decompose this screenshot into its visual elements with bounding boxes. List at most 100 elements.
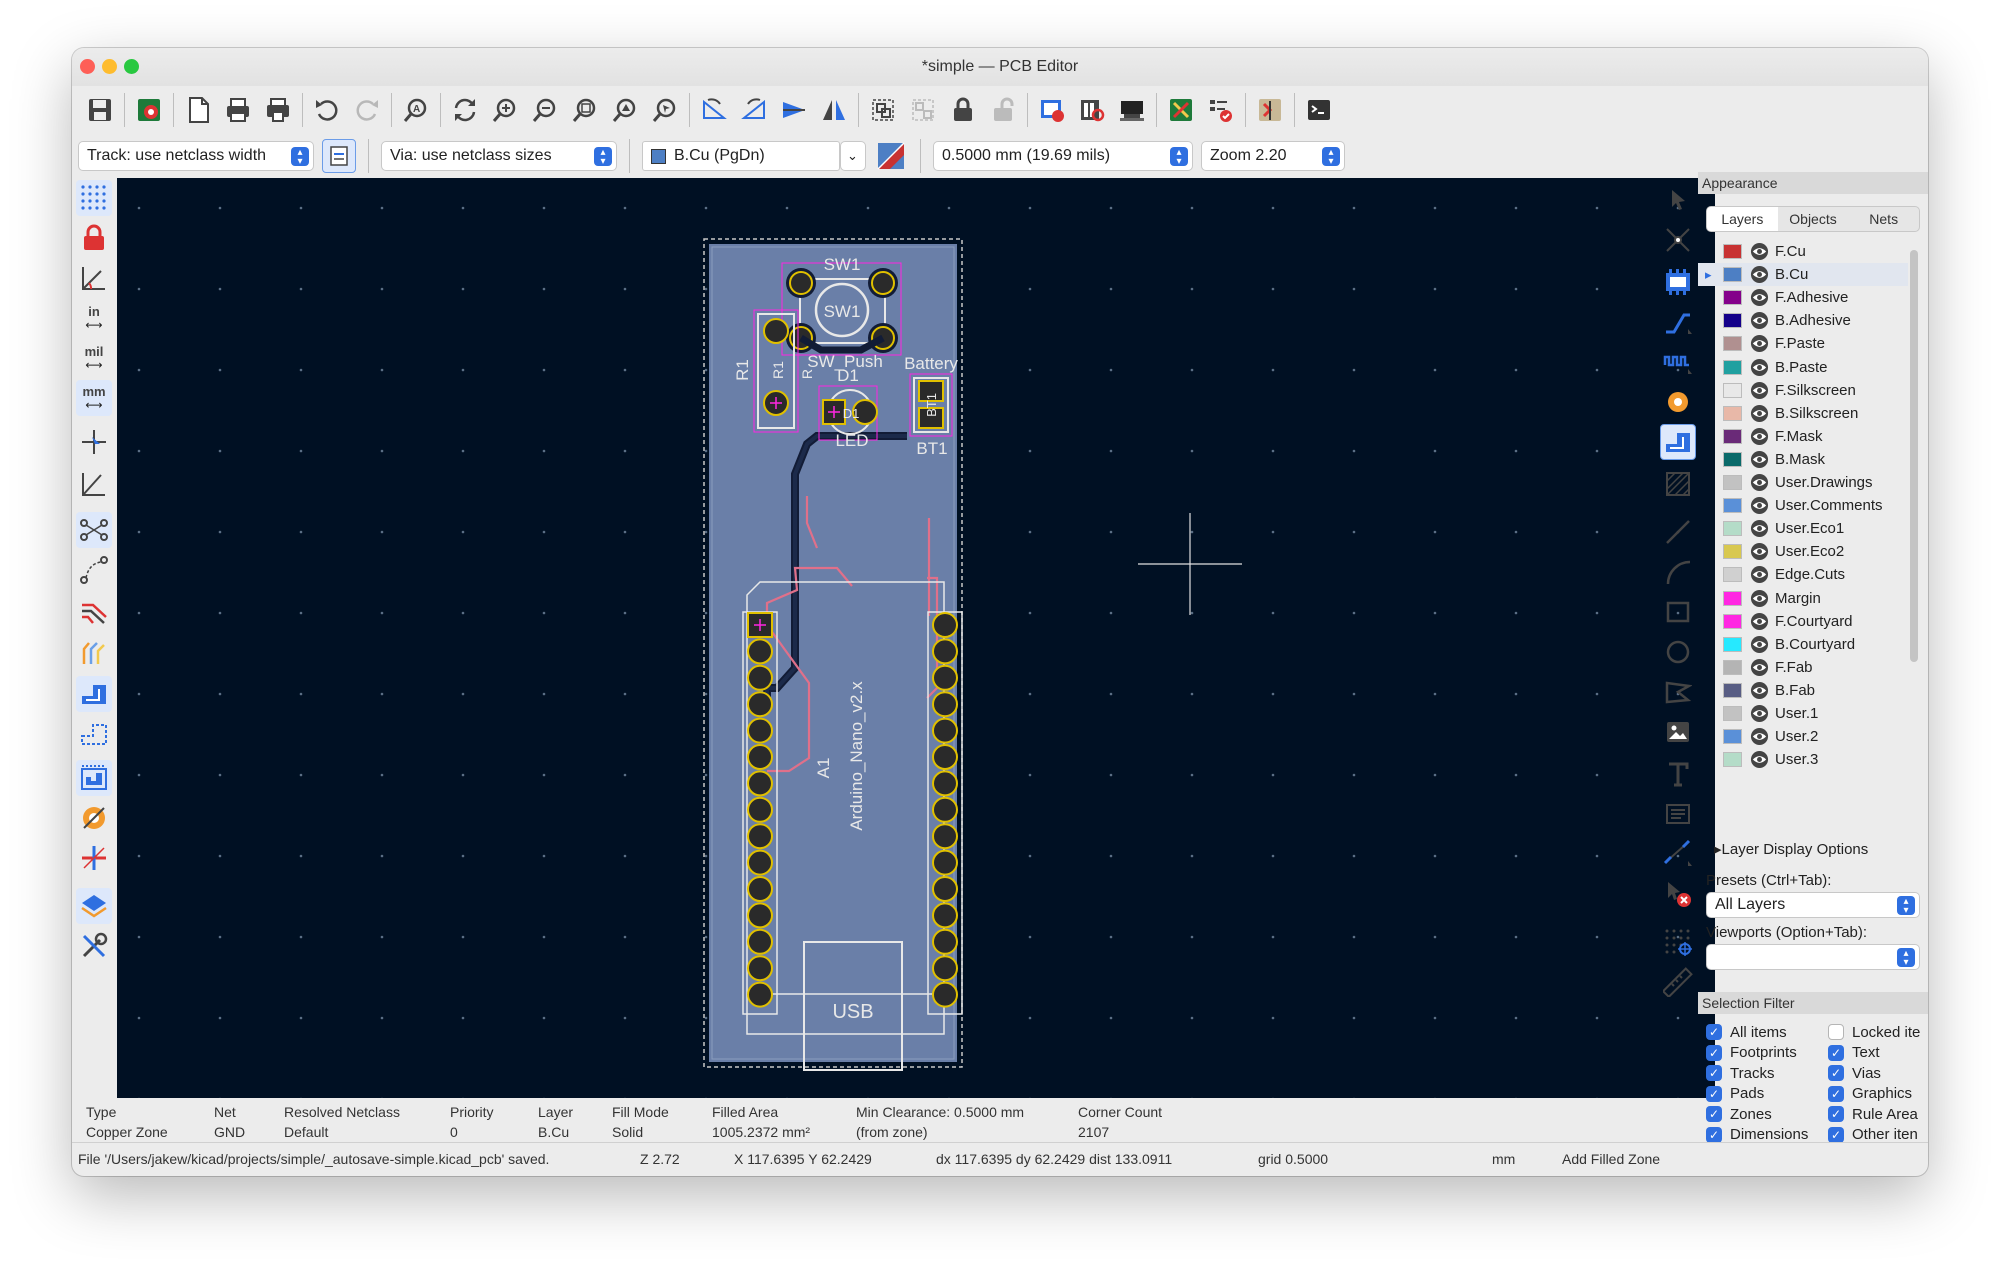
layer-row[interactable]: F.Fab <box>1698 656 1908 679</box>
track-display-icon[interactable] <box>76 634 112 670</box>
track-width-select[interactable]: Track: use netclass width ▴ ▾ <box>78 141 314 171</box>
board-setup-icon[interactable] <box>129 90 169 130</box>
checkbox-checked-icon[interactable]: ✓ <box>1828 1065 1844 1081</box>
eye-icon[interactable] <box>1750 334 1769 353</box>
redo-icon[interactable] <box>347 90 387 130</box>
select-icon[interactable] <box>1660 182 1696 218</box>
eye-icon[interactable] <box>1750 496 1769 515</box>
layer-color-swatch[interactable] <box>1723 682 1742 698</box>
header-pad[interactable] <box>747 796 773 823</box>
measure-icon[interactable] <box>1660 964 1696 1000</box>
layer-color-swatch[interactable] <box>1723 567 1742 583</box>
layer-color-swatch[interactable] <box>1723 613 1742 629</box>
footprint-editor-icon[interactable] <box>1032 90 1072 130</box>
header-pad[interactable] <box>932 638 958 665</box>
layer-color-swatch[interactable] <box>1723 706 1742 721</box>
add-footprint-icon[interactable] <box>1660 264 1696 300</box>
3d-viewer-icon[interactable] <box>1112 90 1152 130</box>
units-mils-icon[interactable]: mil ⟷ <box>76 340 112 376</box>
header-pad[interactable] <box>747 770 773 797</box>
selection-filter-item[interactable]: ✓ Zones <box>1706 1104 1772 1124</box>
layer-color-swatch[interactable] <box>1723 382 1742 398</box>
net-highlight-icon[interactable] <box>76 594 112 630</box>
eye-icon[interactable] <box>1750 404 1769 423</box>
add-zone-icon[interactable] <box>1660 424 1696 460</box>
pad-fill-icon[interactable] <box>76 760 112 796</box>
draw-arc-icon[interactable] <box>1660 554 1696 590</box>
header-pad[interactable] <box>932 717 958 744</box>
update-pcb-icon[interactable] <box>1161 90 1201 130</box>
eye-icon[interactable] <box>1750 265 1769 284</box>
checkbox-checked-icon[interactable]: ✓ <box>1706 1126 1722 1143</box>
selection-filter-item[interactable]: Locked ite <box>1828 1022 1920 1042</box>
draw-circle-icon[interactable] <box>1660 634 1696 670</box>
tab-objects[interactable]: Objects <box>1778 207 1849 231</box>
eye-icon[interactable] <box>1750 242 1769 261</box>
header-pad[interactable] <box>932 955 958 982</box>
header-pad[interactable] <box>932 849 958 876</box>
add-rule-area-icon[interactable] <box>1660 466 1696 502</box>
eye-icon[interactable] <box>1750 311 1769 330</box>
delete-tool-icon[interactable] <box>1660 876 1696 912</box>
header-pad[interactable] <box>747 981 773 1008</box>
header-pad[interactable] <box>747 823 773 850</box>
scripting-icon[interactable] <box>1250 90 1290 130</box>
lock-grid-icon[interactable] <box>76 220 112 256</box>
local-ratsnest-icon[interactable] <box>1660 222 1696 258</box>
layer-color-swatch[interactable] <box>1723 359 1742 375</box>
layer-color-swatch[interactable] <box>1723 475 1742 490</box>
grid-origin-icon[interactable] <box>1660 924 1696 960</box>
plot-icon[interactable] <box>258 90 298 130</box>
layer-row[interactable]: B.Silkscreen <box>1698 402 1908 425</box>
selection-filter-item[interactable]: ✓ Tracks <box>1706 1063 1774 1083</box>
rotate-ccw-icon[interactable] <box>694 90 734 130</box>
layer-row[interactable]: User.Eco1 <box>1698 517 1908 540</box>
layer-color-swatch[interactable] <box>1723 451 1742 467</box>
viewports-select[interactable]: ▴ ▾ <box>1706 944 1920 970</box>
layer-pair-icon[interactable] <box>874 136 908 176</box>
layer-row[interactable]: Margin <box>1698 587 1908 610</box>
header-pad[interactable] <box>747 902 773 929</box>
unlock-icon[interactable] <box>983 90 1023 130</box>
header-pad[interactable] <box>747 638 773 665</box>
zoom-out-icon[interactable] <box>525 90 565 130</box>
checkbox-checked-icon[interactable]: ✓ <box>1828 1106 1844 1122</box>
layer-row[interactable]: F.Paste <box>1698 332 1908 355</box>
eye-icon[interactable] <box>1750 704 1769 723</box>
layer-row[interactable]: B.Courtyard <box>1698 633 1908 656</box>
find-icon[interactable]: A <box>396 90 436 130</box>
page-settings-icon[interactable] <box>178 90 218 130</box>
minimize-window-button[interactable] <box>102 59 117 74</box>
curved-ratsnest-icon[interactable] <box>76 552 112 588</box>
layer-row[interactable]: B.Adhesive <box>1698 309 1908 332</box>
layer-row[interactable]: F.Adhesive <box>1698 286 1908 309</box>
eye-icon[interactable] <box>1750 750 1769 769</box>
selection-filter-item[interactable]: ✓ Graphics <box>1828 1084 1912 1104</box>
drc-icon[interactable] <box>1201 90 1241 130</box>
header-pad[interactable] <box>747 664 773 691</box>
eye-icon[interactable] <box>1750 727 1769 746</box>
footprint-browser-icon[interactable] <box>1072 90 1112 130</box>
lock-icon[interactable] <box>943 90 983 130</box>
eye-icon[interactable] <box>1750 565 1769 584</box>
header-pad[interactable] <box>932 876 958 902</box>
r1-pad[interactable] <box>763 390 789 416</box>
zone-fill-display-icon[interactable] <box>76 676 112 712</box>
print-icon[interactable] <box>218 90 258 130</box>
d1-pad[interactable] <box>822 399 846 425</box>
layer-row[interactable]: User.Drawings <box>1698 471 1908 494</box>
grid-toggle-icon[interactable] <box>76 180 112 216</box>
layer-row[interactable]: B.Mask <box>1698 448 1908 471</box>
eye-icon[interactable] <box>1750 427 1769 446</box>
zoom-objects-icon[interactable] <box>605 90 645 130</box>
checkbox-checked-icon[interactable]: ✓ <box>1828 1044 1844 1061</box>
eye-icon[interactable] <box>1750 542 1769 561</box>
eye-icon[interactable] <box>1750 519 1769 538</box>
checkbox-checked-icon[interactable]: ✓ <box>1828 1085 1844 1102</box>
zone-outline-icon[interactable] <box>76 716 112 752</box>
layer-color-swatch[interactable] <box>1723 336 1742 352</box>
eye-icon[interactable] <box>1750 612 1769 631</box>
layer-row[interactable]: User.1 <box>1698 702 1908 725</box>
tune-length-icon[interactable] <box>1660 344 1696 380</box>
layer-row[interactable]: F.Silkscreen <box>1698 379 1908 402</box>
